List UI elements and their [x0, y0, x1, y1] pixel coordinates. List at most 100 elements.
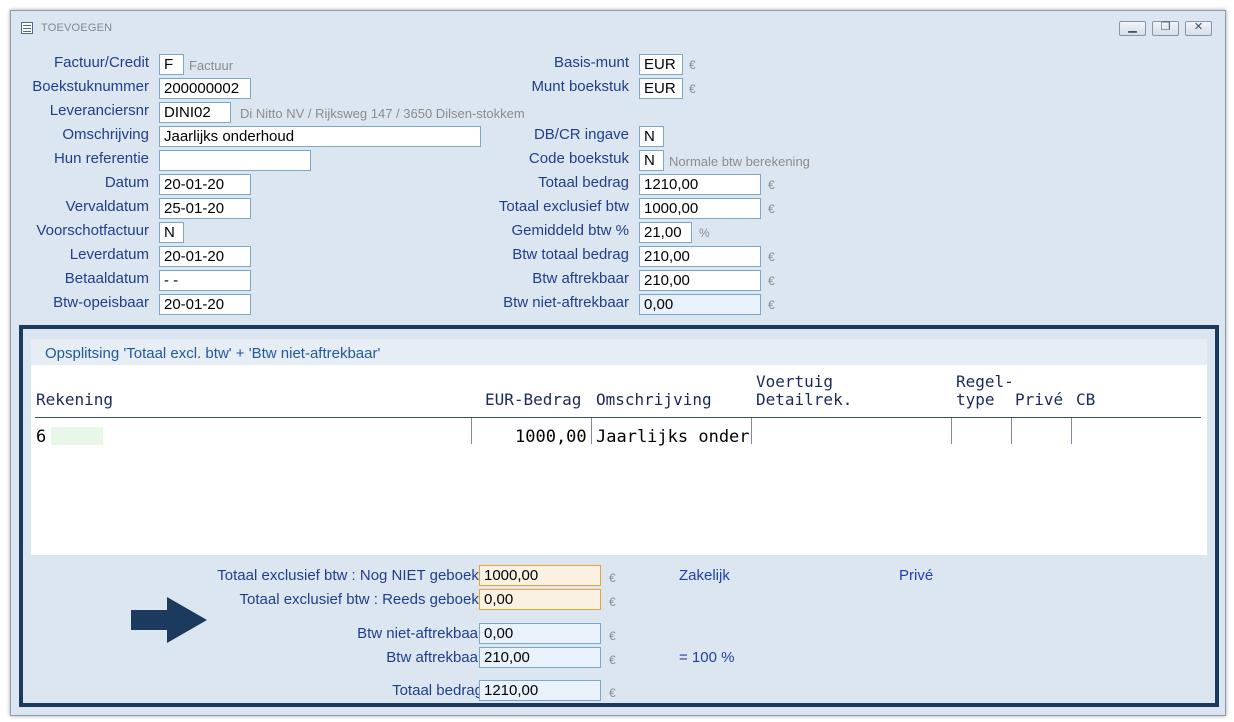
summary-btw-aftrekbaar-field[interactable]: 210,00: [479, 647, 601, 668]
reeds-geboekt-label: Totaal exclusief btw : Reeds geboekt: [239, 591, 483, 608]
datum-field[interactable]: 20-01-20: [159, 174, 251, 195]
row-omschrijving-cell[interactable]: Jaarlijks onder: [596, 427, 750, 447]
leverdatum-label: Leverdatum: [69, 246, 149, 263]
col-separator: [1011, 418, 1012, 444]
code-boekstuk-hint: Normale btw berekening: [669, 154, 810, 169]
munt-boekstuk-unit: €: [689, 82, 696, 96]
munt-boekstuk-label: Munt boekstuk: [531, 78, 629, 95]
omschrijving-field[interactable]: Jaarlijks onderhoud: [159, 126, 481, 147]
btw-aftrekbaar-label: Btw aftrekbaar: [532, 270, 629, 287]
nog-niet-geboekt-field[interactable]: 1000,00: [479, 565, 601, 586]
summary-totaal-bedrag-unit: €: [609, 686, 616, 700]
boekstuknummer-field[interactable]: 200000002: [159, 78, 251, 99]
btw-totaal-unit: €: [768, 250, 775, 264]
totaal-bedrag-field[interactable]: 1210,00: [639, 174, 761, 195]
col-separator: [751, 418, 752, 444]
btw-opeisbaar-label: Btw-opeisbaar: [53, 294, 149, 311]
zakelijk-label: Zakelijk: [679, 567, 730, 584]
code-boekstuk-label: Code boekstuk: [528, 150, 629, 167]
summary-btw-niet-aftrekbaar-unit: €: [609, 629, 616, 643]
btw-niet-aftrekbaar-unit: €: [768, 298, 775, 312]
totaal-excl-btw-unit: €: [768, 202, 775, 216]
summary-btw-aftrekbaar-label: Btw aftrekbaar: [386, 649, 483, 666]
summary-btw-aftrekbaar-unit: €: [609, 653, 616, 667]
dbcr-ingave-label: DB/CR ingave: [533, 126, 629, 143]
row-bedrag-cell[interactable]: 1000,00: [515, 427, 587, 447]
hun-referentie-field[interactable]: [159, 150, 311, 171]
summary-totaal-bedrag-label: Totaal bedrag: [392, 682, 483, 699]
col-separator: [951, 418, 952, 444]
split-panel-title: Opsplitsing 'Totaal excl. btw' + 'Btw ni…: [31, 339, 1207, 365]
leverdatum-field[interactable]: 20-01-20: [159, 246, 251, 267]
leverancier-hint: Di Nitto NV / Rijksweg 147 / 3650 Dilsen…: [240, 106, 525, 121]
split-panel: Opsplitsing 'Totaal excl. btw' + 'Btw ni…: [19, 325, 1219, 707]
col-header-omschrijving[interactable]: Omschrijving: [596, 391, 712, 409]
summary-totaal-bedrag-field[interactable]: 1210,00: [479, 680, 601, 701]
vervaldatum-label: Vervaldatum: [65, 198, 149, 215]
split-grid: Rekening EUR-Bedrag Omschrijving Voertui…: [31, 365, 1207, 555]
nog-niet-geboekt-label: Totaal exclusief btw : Nog NIET geboekt: [217, 567, 483, 584]
basis-munt-label: Basis-munt: [553, 54, 629, 71]
munt-boekstuk-field[interactable]: EUR: [639, 78, 683, 99]
btw-niet-aftrekbaar-label: Btw niet-aftrekbaar: [503, 294, 629, 311]
col-header-type[interactable]: type: [956, 391, 995, 409]
totaal-excl-btw-field[interactable]: 1000,00: [639, 198, 761, 219]
vervaldatum-field[interactable]: 25-01-20: [159, 198, 251, 219]
summary-btw-niet-aftrekbaar-label: Btw niet-aftrekbaar: [357, 625, 483, 642]
col-header-cb[interactable]: CB: [1076, 391, 1095, 409]
col-header-prive[interactable]: Privé: [1015, 391, 1063, 409]
code-boekstuk-field[interactable]: N: [639, 150, 664, 171]
voorschotfactuur-field[interactable]: N: [159, 222, 184, 243]
col-header-rekening[interactable]: Rekening: [36, 391, 113, 409]
reeds-geboekt-field[interactable]: 0,00: [479, 589, 601, 610]
col-header-detailrek[interactable]: Detailrek.: [756, 391, 852, 409]
restore-icon: ❐: [1160, 21, 1171, 33]
btw-aftrekbaar-field[interactable]: 210,00: [639, 270, 761, 291]
btw-opeisbaar-field[interactable]: 20-01-20: [159, 294, 251, 315]
minimize-icon: ▁: [1128, 21, 1137, 33]
btw-niet-aftrekbaar-field[interactable]: 0,00: [639, 294, 761, 315]
betaaldatum-field[interactable]: - -: [159, 270, 251, 291]
title-bar: TOEVOEGEN ▁ ❐ ✕: [11, 11, 1225, 45]
nog-niet-geboekt-unit: €: [609, 571, 616, 585]
factuur-credit-field[interactable]: F: [159, 54, 184, 75]
row-rekening-cell[interactable]: 6: [36, 427, 46, 447]
col-separator: [1071, 418, 1072, 444]
gemiddeld-btw-unit: %: [699, 226, 710, 240]
percent-note: = 100 %: [679, 649, 735, 666]
gemiddeld-btw-label: Gemiddeld btw %: [511, 222, 629, 239]
btw-totaal-label: Btw totaal bedrag: [512, 246, 629, 263]
header-divider: [35, 417, 1201, 418]
reeds-geboekt-unit: €: [609, 595, 616, 609]
totaal-excl-btw-label: Totaal exclusief btw: [498, 198, 629, 215]
close-button[interactable]: ✕: [1185, 21, 1212, 36]
close-icon: ✕: [1193, 21, 1204, 33]
prive-label: Privé: [899, 567, 934, 584]
minimize-button[interactable]: ▁: [1119, 21, 1146, 36]
add-entry-window: TOEVOEGEN ▁ ❐ ✕ Factuur/Credit F Factuur…: [10, 10, 1226, 716]
voorschotfactuur-label: Voorschotfactuur: [36, 222, 149, 239]
datum-label: Datum: [104, 174, 149, 191]
basis-munt-unit: €: [689, 58, 696, 72]
boekstuknummer-label: Boekstuknummer: [32, 78, 149, 95]
window-title: TOEVOEGEN: [41, 22, 113, 34]
arrow-right-icon: [131, 597, 207, 643]
col-header-voertuig[interactable]: Voertuig: [756, 373, 833, 391]
leveranciersnr-field[interactable]: DINI02: [159, 102, 231, 123]
basis-munt-field[interactable]: EUR: [639, 54, 683, 75]
hun-referentie-label: Hun referentie: [53, 150, 149, 167]
restore-button[interactable]: ❐: [1152, 21, 1179, 36]
col-header-eur-bedrag[interactable]: EUR-Bedrag: [485, 391, 581, 409]
col-header-regel[interactable]: Regel-: [956, 373, 1014, 391]
dbcr-ingave-field[interactable]: N: [639, 126, 664, 147]
gemiddeld-btw-field[interactable]: 21,00: [639, 222, 692, 243]
factuur-credit-hint: Factuur: [189, 58, 234, 73]
totaal-bedrag-unit: €: [768, 178, 775, 192]
rekening-cell-highlight: [51, 427, 103, 445]
btw-aftrekbaar-unit: €: [768, 274, 775, 288]
factuur-credit-label: Factuur/Credit: [53, 54, 149, 71]
totaal-bedrag-label: Totaal bedrag: [538, 174, 629, 191]
summary-btw-niet-aftrekbaar-field[interactable]: 0,00: [479, 623, 601, 644]
btw-totaal-field[interactable]: 210,00: [639, 246, 761, 267]
omschrijving-label: Omschrijving: [62, 126, 149, 143]
